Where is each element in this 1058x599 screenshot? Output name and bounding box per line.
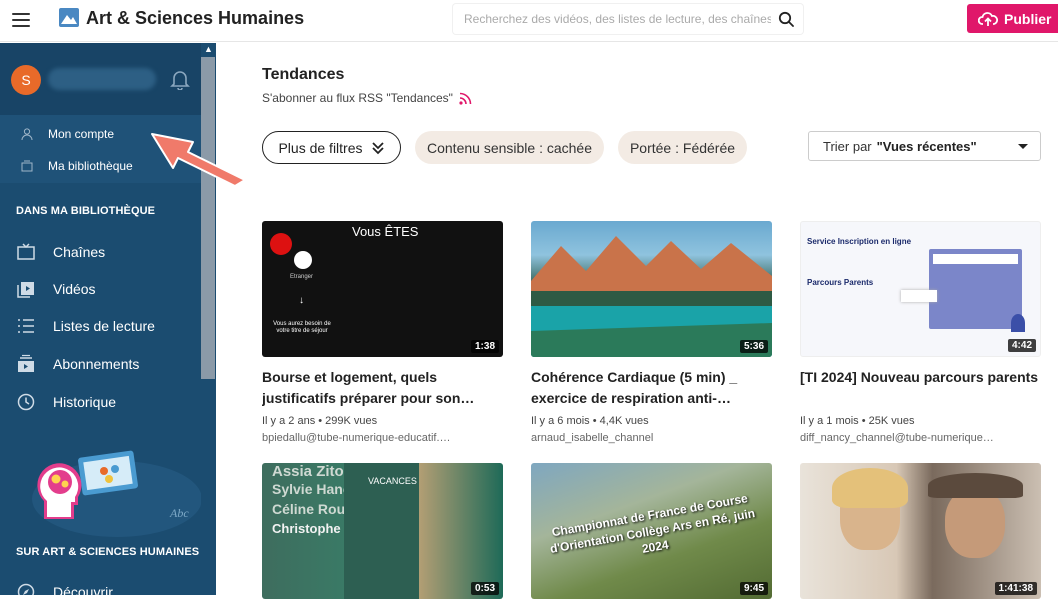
sidebar-item-label: Mon compte bbox=[48, 127, 115, 141]
video-duration: 9:45 bbox=[739, 582, 768, 595]
rss-label: S'abonner au flux RSS "Tendances" bbox=[262, 91, 453, 105]
sidebar-item-my-account[interactable]: Mon compte bbox=[20, 124, 114, 144]
thumb-headline: Vous ÊTES bbox=[352, 224, 419, 239]
sort-select[interactable]: Trier par "Vues récentes" bbox=[808, 131, 1041, 161]
upload-cloud-icon bbox=[978, 11, 998, 26]
user-icon bbox=[21, 128, 33, 141]
sidebar-item-channels[interactable]: Chaînes bbox=[16, 240, 105, 264]
sidebar-item-label: Abonnements bbox=[53, 356, 140, 372]
sidebar-item-discover[interactable]: Découvrir bbox=[16, 580, 113, 595]
sidebar-item-label: Chaînes bbox=[53, 244, 106, 260]
app-logo-icon[interactable] bbox=[59, 8, 79, 27]
scope-pill[interactable]: Portée : Fédérée bbox=[618, 131, 747, 164]
subscriptions-icon bbox=[18, 354, 34, 372]
sidebar-item-label: Listes de lecture bbox=[53, 318, 155, 334]
library-icon bbox=[21, 160, 33, 172]
video-channel[interactable]: arnaud_isabelle_channel bbox=[531, 432, 772, 444]
thumb-subtext: Christophe S bbox=[272, 521, 353, 536]
sort-prefix: Trier par bbox=[823, 138, 872, 154]
sidebar-item-label: Ma bibliothèque bbox=[48, 159, 133, 173]
sidebar-scroll-thumb[interactable] bbox=[201, 57, 215, 379]
publish-label: Publier bbox=[1004, 10, 1052, 27]
section-title-library: DANS MA BIBLIOTHÈQUE bbox=[16, 205, 156, 217]
search-box bbox=[453, 4, 803, 34]
video-card: Vous ÊTES Etranger ↓ Vous aurez besoin d… bbox=[262, 221, 503, 444]
discover-icon bbox=[17, 583, 35, 595]
bell-icon[interactable] bbox=[170, 68, 190, 90]
more-filters-button[interactable]: Plus de filtres bbox=[262, 131, 401, 164]
video-duration: 1:41:38 bbox=[994, 582, 1037, 595]
video-icon bbox=[17, 282, 34, 298]
double-chevron-down-icon bbox=[371, 141, 384, 154]
top-header: Art & Sciences Humaines Publier bbox=[0, 0, 1058, 42]
video-meta: Il y a 1 mois • 25K vues bbox=[800, 415, 915, 427]
app-title[interactable]: Art & Sciences Humaines bbox=[86, 8, 304, 29]
promo-text: Abc bbox=[169, 506, 189, 520]
menu-icon[interactable] bbox=[12, 13, 30, 27]
sort-value: "Vues récentes" bbox=[876, 138, 977, 154]
more-filters-label: Plus de filtres bbox=[278, 139, 363, 156]
thumb-subtext: Parcours Parents bbox=[807, 278, 874, 287]
thumb-headline: Championnat de France de Course d'Orient… bbox=[548, 491, 757, 556]
username-blurred[interactable] bbox=[48, 68, 156, 90]
sidebar-item-label: Découvrir bbox=[53, 584, 113, 595]
thumb-subtext: Etranger bbox=[290, 274, 314, 280]
section-title-instance: SUR ART & SCIENCES HUMAINES bbox=[16, 546, 200, 558]
video-duration: 1:38 bbox=[470, 340, 499, 353]
video-card: Championnat de France de Course d'Orient… bbox=[531, 463, 772, 599]
history-icon bbox=[17, 393, 35, 411]
sidebar-item-videos[interactable]: Vidéos bbox=[16, 277, 96, 301]
page-title: Tendances bbox=[262, 66, 345, 83]
sidebar-item-my-library[interactable]: Ma bibliothèque bbox=[20, 156, 133, 176]
video-channel[interactable]: bpiedallu@tube-numerique-educatif.… bbox=[262, 432, 503, 444]
sensitive-content-pill[interactable]: Contenu sensible : cachée bbox=[415, 131, 604, 164]
sidebar-item-label: Vidéos bbox=[53, 281, 96, 297]
annotation-arrow-icon bbox=[151, 133, 246, 187]
rss-icon bbox=[459, 92, 472, 105]
video-thumbnail[interactable]: Service Inscription en ligne Parcours Pa… bbox=[800, 221, 1041, 357]
avatar[interactable]: S bbox=[11, 65, 41, 95]
tv-icon bbox=[17, 243, 35, 260]
video-card: 1:41:38 bbox=[800, 463, 1041, 599]
rss-subscribe-link[interactable]: S'abonner au flux RSS "Tendances" bbox=[262, 91, 472, 105]
thumb-headline: Service Inscription en ligne bbox=[807, 237, 912, 246]
video-card: Service Inscription en ligne Parcours Pa… bbox=[800, 221, 1041, 444]
video-title[interactable]: [TI 2024] Nouveau parcours parents bbox=[800, 367, 1041, 409]
video-thumbnail[interactable]: Assia Zitoun Sylvie Hanot Céline Rousse … bbox=[262, 463, 503, 599]
sidebar-item-playlists[interactable]: Listes de lecture bbox=[16, 314, 155, 338]
caret-down-icon bbox=[1018, 144, 1028, 149]
video-duration: 4:42 bbox=[1007, 339, 1036, 352]
video-title[interactable]: Cohérence Cardiaque (5 min) _ exercice d… bbox=[531, 367, 772, 409]
sidebar-item-subscriptions[interactable]: Abonnements bbox=[16, 352, 139, 376]
video-thumbnail[interactable]: Vous ÊTES Etranger ↓ Vous aurez besoin d… bbox=[262, 221, 503, 357]
video-duration: 0:53 bbox=[470, 582, 499, 595]
search-input[interactable] bbox=[453, 4, 771, 34]
user-row: S bbox=[0, 43, 201, 115]
video-meta: Il y a 6 mois • 4,4K vues bbox=[531, 415, 649, 427]
thumb-subtext: VACANCES bbox=[368, 476, 417, 486]
sidebar-item-history[interactable]: Historique bbox=[16, 390, 116, 414]
search-icon[interactable] bbox=[778, 11, 794, 27]
promo-illustration: Abc bbox=[32, 450, 202, 537]
video-thumbnail[interactable]: 5:36 bbox=[531, 221, 772, 357]
sidebar-item-label: Historique bbox=[53, 394, 117, 410]
video-title[interactable]: Bourse et logement, quels justificatifs … bbox=[262, 367, 503, 409]
video-channel[interactable]: diff_nancy_channel@tube-numerique… bbox=[800, 432, 1041, 444]
video-duration: 5:36 bbox=[739, 340, 768, 353]
thumb-subtext: Vous aurez besoin de votre titre de séjo… bbox=[273, 321, 331, 334]
playlist-icon bbox=[18, 319, 34, 333]
publish-button[interactable]: Publier bbox=[967, 4, 1058, 33]
video-card: Assia Zitoun Sylvie Hanot Céline Rousse … bbox=[262, 463, 503, 599]
video-thumbnail[interactable]: 1:41:38 bbox=[800, 463, 1041, 599]
scroll-up-icon[interactable]: ▲ bbox=[203, 44, 214, 55]
video-meta: Il y a 2 ans • 299K vues bbox=[262, 415, 378, 427]
video-card: 5:36 Cohérence Cardiaque (5 min) _ exerc… bbox=[531, 221, 772, 444]
video-thumbnail[interactable]: Championnat de France de Course d'Orient… bbox=[531, 463, 772, 599]
